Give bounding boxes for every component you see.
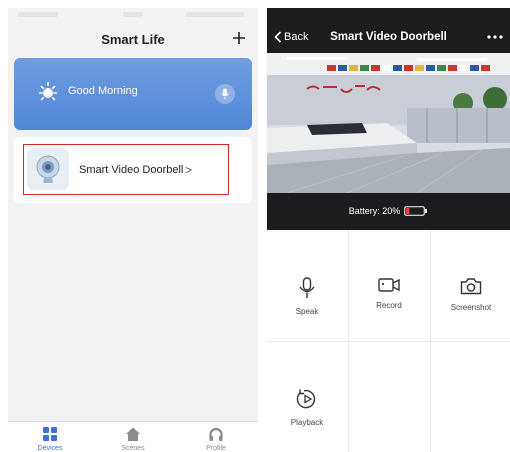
tab-scenes[interactable]: Scenes bbox=[103, 426, 163, 452]
back-label: Back bbox=[284, 31, 309, 43]
back-button[interactable]: Back bbox=[274, 31, 308, 43]
video-camera-icon bbox=[378, 278, 400, 292]
camera-icon bbox=[36, 155, 60, 183]
voice-button[interactable] bbox=[215, 84, 235, 104]
battery-status: Battery: 20% bbox=[267, 206, 510, 216]
tab-devices-label: Devices bbox=[37, 445, 63, 452]
microphone-icon bbox=[299, 277, 315, 298]
tab-profile[interactable]: Profile bbox=[186, 426, 246, 452]
chevron-left-icon bbox=[274, 31, 282, 43]
screenshot-button[interactable]: Screenshot bbox=[431, 230, 510, 340]
speak-button[interactable]: Speak bbox=[267, 230, 347, 340]
playback-button[interactable]: Playback bbox=[267, 341, 347, 451]
tab-profile-label: Profile bbox=[206, 445, 226, 452]
tab-devices[interactable]: Devices bbox=[20, 426, 80, 452]
speak-label: Speak bbox=[295, 307, 319, 316]
sun-icon bbox=[38, 81, 58, 101]
camera-icon bbox=[460, 278, 482, 295]
office-scene-image bbox=[267, 53, 510, 193]
more-options-button[interactable] bbox=[484, 29, 506, 45]
bottom-tab-bar: Devices Scenes Profile bbox=[8, 421, 258, 452]
battery-text: Battery: 20% bbox=[348, 206, 401, 216]
record-label: Record bbox=[376, 301, 402, 310]
home-icon bbox=[126, 427, 140, 441]
greeting-text: Good Morning bbox=[68, 85, 138, 97]
tab-scenes-label: Scenes bbox=[121, 445, 145, 452]
playback-label: Playback bbox=[290, 418, 324, 427]
record-button[interactable]: Record bbox=[349, 230, 429, 340]
app-title: Smart Life bbox=[101, 32, 165, 47]
controls-grid: Speak Record Screenshot Playback bbox=[267, 230, 510, 452]
device-name: Smart Video Doorbell bbox=[79, 164, 184, 176]
device-thumbnail bbox=[27, 148, 69, 190]
microphone-icon bbox=[221, 88, 229, 100]
screenshot-label: Screenshot bbox=[450, 303, 492, 312]
status-bar bbox=[8, 8, 258, 24]
add-device-button[interactable] bbox=[228, 27, 250, 49]
grid-icon bbox=[43, 427, 57, 441]
headphones-icon bbox=[209, 427, 223, 441]
camera-live-view[interactable] bbox=[267, 53, 510, 193]
chevron-right-icon: > bbox=[185, 163, 193, 177]
doorbell-screen: Smart Video Doorbell Back Battery: 20% S… bbox=[267, 8, 510, 452]
greeting-card: Good Morning bbox=[14, 58, 252, 130]
battery-icon bbox=[404, 206, 428, 216]
ellipsis-icon bbox=[487, 35, 503, 39]
smart-life-screen: Smart Life Good Morning Smart Video Door… bbox=[8, 8, 258, 452]
plus-icon bbox=[233, 32, 245, 44]
playback-icon bbox=[296, 389, 316, 409]
